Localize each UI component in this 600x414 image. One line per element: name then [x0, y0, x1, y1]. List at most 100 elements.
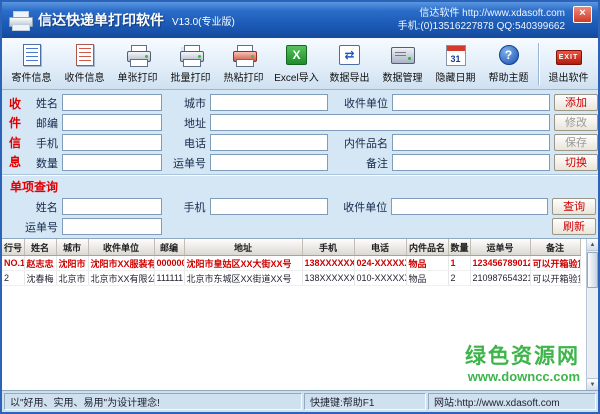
toolbar-item-data-export[interactable]: ⇄ 数据导出: [323, 40, 376, 88]
toolbar-label: 热粘打印: [224, 69, 264, 84]
modify-button[interactable]: 修改: [554, 114, 598, 131]
recipient-phone-input[interactable]: [210, 134, 328, 151]
toolbar-item-sender-info[interactable]: 寄件信息: [5, 40, 58, 88]
header-cell[interactable]: 邮编: [154, 239, 184, 256]
scrollbar-up-icon[interactable]: ▲: [587, 239, 598, 251]
query-tracking-label: 运单号: [24, 219, 58, 235]
header-cell[interactable]: 内件品名: [406, 239, 448, 256]
toolbar-item-exit[interactable]: EXIT 退出软件: [542, 40, 595, 88]
toolbar-label: 批量打印: [171, 69, 211, 84]
toolbar-item-thermal-print[interactable]: 热粘打印: [217, 40, 270, 88]
cell-quantity: 1: [448, 256, 470, 271]
side-label-char: 息: [9, 153, 21, 170]
vendor-info: 信达软件 http://www.xdasoft.com 手机:(0)135162…: [398, 7, 565, 33]
header-cell[interactable]: 地址: [184, 239, 302, 256]
records-area: 行号 姓名 城市 收件单位 邮编 地址 手机 电话 内件品名 数量 运单号 备注…: [2, 238, 598, 390]
form-row: 邮编 地址 修改: [24, 114, 598, 131]
recipient-company-input[interactable]: [392, 94, 550, 111]
side-label-char: 件: [9, 114, 21, 131]
remark-label: 备注: [332, 155, 388, 171]
cell-item: 物品: [406, 256, 448, 271]
header-cell[interactable]: 备注: [530, 239, 580, 256]
recipient-postcode-input[interactable]: [62, 114, 162, 131]
toolbar-label: 数据管理: [383, 69, 423, 84]
cell-mobile: 138XXXXXXXX: [302, 256, 354, 271]
toolbar-item-single-print[interactable]: 单张打印: [111, 40, 164, 88]
cell-name: 沈春梅: [24, 271, 56, 286]
header-cell[interactable]: 数量: [448, 239, 470, 256]
recipient-city-input[interactable]: [210, 94, 328, 111]
watermark-title: 绿色资源网: [465, 345, 580, 369]
recipient-quantity-input[interactable]: [62, 154, 162, 171]
toolbar-item-help[interactable]: ? 帮助主题: [482, 40, 535, 88]
toolbar-label: 数据导出: [330, 69, 370, 84]
recipient-address-input[interactable]: [210, 114, 550, 131]
cell-rownum: NO.1: [2, 256, 24, 271]
toolbar-item-recipient-info[interactable]: 收件信息: [58, 40, 111, 88]
header-cell[interactable]: 电话: [354, 239, 406, 256]
recipient-form-side-label: 收 件 信 息: [6, 94, 24, 171]
search-button[interactable]: 查询: [552, 198, 596, 215]
data-export-icon: ⇄: [339, 43, 360, 67]
table-row[interactable]: NO.1 赵志忠 沈阳市 沈阳市XX服装有限公司 000000 沈阳市皇姑区XX…: [2, 256, 580, 271]
switch-button[interactable]: 切换: [554, 154, 598, 171]
save-button[interactable]: 保存: [554, 134, 598, 151]
header-cell[interactable]: 城市: [56, 239, 88, 256]
query-tracking-input[interactable]: [62, 218, 162, 235]
vendor-site: 信达软件 http://www.xdasoft.com: [398, 7, 565, 20]
toolbar-label: 收件信息: [65, 69, 105, 84]
table-scrollbar[interactable]: ▲ ▼: [586, 239, 598, 390]
toolbar-label: 退出软件: [549, 69, 589, 84]
address-label: 地址: [166, 115, 206, 131]
toolbar-item-batch-print[interactable]: 批量打印: [164, 40, 217, 88]
toolbar-item-hide-date[interactable]: 31 隐藏日期: [429, 40, 482, 88]
table-row[interactable]: 2 沈春梅 北京市 北京市XX有限公司 111111 北京市东城区XX街道XX号…: [2, 271, 580, 286]
watermark-url: www.downcc.com: [465, 369, 580, 384]
phone-label: 电话: [166, 135, 206, 151]
close-button[interactable]: ×: [573, 6, 592, 23]
cell-phone: 010-XXXXXXXX: [354, 271, 406, 286]
window-title: 信达快递单打印软件: [38, 10, 164, 30]
header-cell[interactable]: 运单号: [470, 239, 530, 256]
printer-app-icon: [8, 10, 32, 31]
toolbar-label: 隐藏日期: [436, 69, 476, 84]
titlebar: 信达快递单打印软件 V13.0(专业版) 信达软件 http://www.xda…: [2, 2, 598, 38]
header-cell[interactable]: 收件单位: [88, 239, 154, 256]
add-button[interactable]: 添加: [554, 94, 598, 111]
records-table: 行号 姓名 城市 收件单位 邮编 地址 手机 电话 内件品名 数量 运单号 备注…: [2, 239, 581, 286]
header-cell[interactable]: 姓名: [24, 239, 56, 256]
header-cell[interactable]: 手机: [302, 239, 354, 256]
recipient-form: 收 件 信 息 姓名 城市 收件单位 添加 邮编 地址 修改: [2, 90, 598, 174]
query-mobile-input[interactable]: [210, 198, 328, 215]
name-label: 姓名: [24, 95, 58, 111]
query-company-label: 收件单位: [332, 199, 388, 215]
query-mobile-label: 手机: [166, 199, 206, 215]
recipient-item-input[interactable]: [392, 134, 550, 151]
query-name-input[interactable]: [62, 198, 162, 215]
toolbar-item-data-manage[interactable]: 数据管理: [376, 40, 429, 88]
single-print-icon: [126, 43, 150, 67]
scrollbar-down-icon[interactable]: ▼: [587, 378, 598, 390]
cell-company: 沈阳市XX服装有限公司: [88, 256, 154, 271]
cell-city: 北京市: [56, 271, 88, 286]
query-section: 单项查询 姓名 手机 收件单位 查询 运单号 刷新: [2, 174, 598, 238]
quantity-label: 数量: [24, 155, 58, 171]
form-row: 手机 电话 内件品名 保存: [24, 134, 598, 151]
header-cell[interactable]: 行号: [2, 239, 24, 256]
toolbar-item-excel-import[interactable]: X Excel导入: [270, 40, 323, 88]
tracking-label: 运单号: [166, 155, 206, 171]
cell-postcode: 111111: [154, 271, 184, 286]
city-label: 城市: [166, 95, 206, 111]
scrollbar-thumb[interactable]: [587, 252, 598, 288]
toolbar-separator: [538, 43, 539, 85]
recipient-mobile-input[interactable]: [62, 134, 162, 151]
refresh-button[interactable]: 刷新: [552, 218, 596, 235]
recipient-name-input[interactable]: [62, 94, 162, 111]
recipient-remark-input[interactable]: [392, 154, 550, 171]
query-company-input[interactable]: [391, 198, 548, 215]
cell-company: 北京市XX有限公司: [88, 271, 154, 286]
sender-info-icon: [23, 43, 41, 67]
recipient-tracking-input[interactable]: [210, 154, 328, 171]
form-row: 姓名 城市 收件单位 添加: [24, 94, 598, 111]
cell-city: 沈阳市: [56, 256, 88, 271]
